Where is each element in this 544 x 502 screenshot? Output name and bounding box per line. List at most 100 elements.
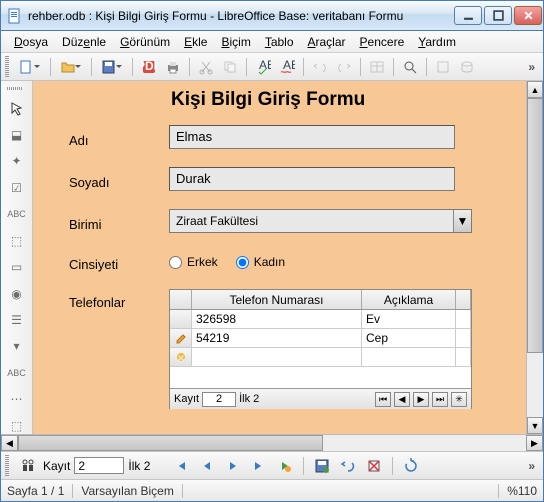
spellcheck-icon[interactable]: ABC xyxy=(252,56,274,78)
radio-erkek[interactable]: Erkek xyxy=(169,255,218,269)
maximize-button[interactable] xyxy=(484,6,512,25)
more-controls-icon[interactable]: ⋯ xyxy=(7,391,27,407)
nav-next-icon[interactable] xyxy=(222,455,244,477)
table-row[interactable]: 326598 Ev xyxy=(170,310,471,329)
close-button[interactable] xyxy=(514,6,542,25)
cell-telefon[interactable]: 54219 xyxy=(192,329,362,347)
copy-icon[interactable] xyxy=(219,56,241,78)
combobox-control-icon[interactable]: ▾ xyxy=(7,338,27,354)
table-row[interactable]: 54219 Cep xyxy=(170,329,471,348)
scroll-thumb-h[interactable] xyxy=(18,435,323,451)
listbox-control-icon[interactable]: ☰ xyxy=(7,312,27,328)
refresh-icon[interactable] xyxy=(400,455,422,477)
menu-gorunum[interactable]: Görünüm xyxy=(113,33,177,51)
table-icon[interactable] xyxy=(366,56,388,78)
grid-header-aciklama[interactable]: Açıklama xyxy=(362,290,456,309)
field-adi[interactable]: Elmas xyxy=(169,125,455,149)
form-design-icon[interactable] xyxy=(432,56,454,78)
nav-new-icon[interactable]: ✳ xyxy=(451,392,467,407)
minimize-button[interactable] xyxy=(454,6,482,25)
cut-icon[interactable] xyxy=(195,56,217,78)
toolbar-overflow[interactable]: » xyxy=(524,60,539,74)
button-control-icon[interactable]: ▭ xyxy=(7,259,27,275)
form-design-icon-2[interactable]: ⬚ xyxy=(7,418,27,434)
scroll-left-icon[interactable]: ◀ xyxy=(1,435,18,451)
radio-kadin[interactable]: Kadın xyxy=(236,255,285,269)
nav-prev-icon[interactable]: ◀ xyxy=(394,392,410,407)
scroll-thumb[interactable] xyxy=(527,98,543,353)
menu-yardim[interactable]: Yardım xyxy=(411,33,463,51)
vertical-scrollbar[interactable]: ▲ ▼ xyxy=(526,81,543,434)
textbox-control-icon[interactable]: ABC xyxy=(7,206,27,222)
menu-duzenle[interactable]: Düzenle xyxy=(55,33,113,51)
menu-ekle[interactable]: Ekle xyxy=(177,33,214,51)
nav-next-icon[interactable]: ▶ xyxy=(413,392,429,407)
select-tool-icon[interactable] xyxy=(7,100,27,116)
option-button-icon[interactable]: ◉ xyxy=(7,285,27,301)
combo-birimi[interactable]: Ziraat Fakültesi ▼ xyxy=(169,209,472,233)
cell-aciklama[interactable]: Ev xyxy=(362,310,456,328)
status-zoom[interactable]: %110 xyxy=(507,484,537,498)
combo-dropdown-button[interactable]: ▼ xyxy=(453,210,471,232)
main-toolbar: PDF ABC ABC » xyxy=(1,53,543,81)
menubar: Dosya Düzenle Görünüm Ekle Biçim Tablo A… xyxy=(1,31,543,53)
nav-first-icon[interactable] xyxy=(170,455,192,477)
status-page: Sayfa 1 / 1 xyxy=(7,484,64,498)
auto-spellcheck-icon[interactable]: ABC xyxy=(276,56,298,78)
table-row-new[interactable] xyxy=(170,348,471,367)
menu-tablo[interactable]: Tablo xyxy=(258,33,301,51)
find-record-icon[interactable] xyxy=(17,455,39,477)
titlebar: rehber.odb : Kişi Bilgi Giriş Formu - Li… xyxy=(1,1,543,31)
find-icon[interactable] xyxy=(399,56,421,78)
grid-rowhead-corner xyxy=(170,290,192,309)
nav-prev-icon[interactable] xyxy=(196,455,218,477)
nav-last-icon[interactable] xyxy=(248,455,270,477)
menu-araclar[interactable]: Araçlar xyxy=(301,33,353,51)
field-soyadi[interactable]: Durak xyxy=(169,167,455,191)
checkbox-control-icon[interactable]: ☑ xyxy=(7,180,27,196)
print-icon[interactable] xyxy=(162,56,184,78)
label-telefonlar: Telefonlar xyxy=(69,295,125,310)
data-source-icon[interactable] xyxy=(456,56,478,78)
nav-record-input[interactable] xyxy=(74,457,124,474)
undo-record-icon[interactable] xyxy=(337,455,359,477)
formatted-field-icon[interactable]: ⬚ xyxy=(7,232,27,248)
pdf-export-icon[interactable]: PDF xyxy=(138,56,160,78)
nav-record-label: Kayıt xyxy=(43,459,70,473)
save-button[interactable] xyxy=(97,56,127,78)
delete-record-icon[interactable] xyxy=(363,455,385,477)
nav-last-icon[interactable]: ⏭ xyxy=(432,392,448,407)
save-record-icon[interactable] xyxy=(311,455,333,477)
scroll-down-icon[interactable]: ▼ xyxy=(527,417,543,434)
nav-new-record-icon[interactable] xyxy=(274,455,296,477)
new-button[interactable] xyxy=(15,56,45,78)
horizontal-scrollbar[interactable]: ◀ ▶ xyxy=(1,434,543,451)
toolbar-overflow[interactable]: » xyxy=(524,459,539,473)
nav-record-label: Kayıt xyxy=(174,393,199,405)
form-canvas: Kişi Bilgi Giriş Formu Adı Elmas Soyadı … xyxy=(33,81,526,434)
design-mode-icon[interactable]: ⬓ xyxy=(7,127,27,143)
cell-aciklama[interactable]: Cep xyxy=(362,329,456,347)
open-button[interactable] xyxy=(56,56,86,78)
nav-first-icon[interactable]: ⏮ xyxy=(375,392,391,407)
label-control-icon[interactable]: ABC xyxy=(7,365,27,381)
grid-header-telefon[interactable]: Telefon Numarası xyxy=(192,290,362,309)
cell-telefon[interactable]: 326598 xyxy=(192,310,362,328)
toolbar-handle[interactable] xyxy=(5,455,9,477)
menu-bicim[interactable]: Biçim xyxy=(214,33,257,51)
toolbar-handle[interactable] xyxy=(5,56,9,78)
nav-record-input[interactable] xyxy=(202,392,236,407)
row-marker xyxy=(170,310,192,328)
scroll-up-icon[interactable]: ▲ xyxy=(527,81,543,98)
redo-icon[interactable] xyxy=(333,56,355,78)
menu-dosya[interactable]: Dosya xyxy=(7,33,55,51)
control-wizard-icon[interactable]: ✦ xyxy=(7,153,27,169)
content-area: ⬓ ✦ ☑ ABC ⬚ ▭ ◉ ☰ ▾ ABC ⋯ ⬚ Kişi Bilgi G… xyxy=(1,81,543,434)
label-soyadi: Soyadı xyxy=(69,175,109,190)
label-cinsiyeti: Cinsiyeti xyxy=(69,257,118,272)
combo-birimi-value: Ziraat Fakültesi xyxy=(170,214,453,228)
document-icon xyxy=(7,8,23,24)
undo-icon[interactable] xyxy=(309,56,331,78)
menu-pencere[interactable]: Pencere xyxy=(353,33,412,51)
scroll-right-icon[interactable]: ▶ xyxy=(526,435,543,451)
